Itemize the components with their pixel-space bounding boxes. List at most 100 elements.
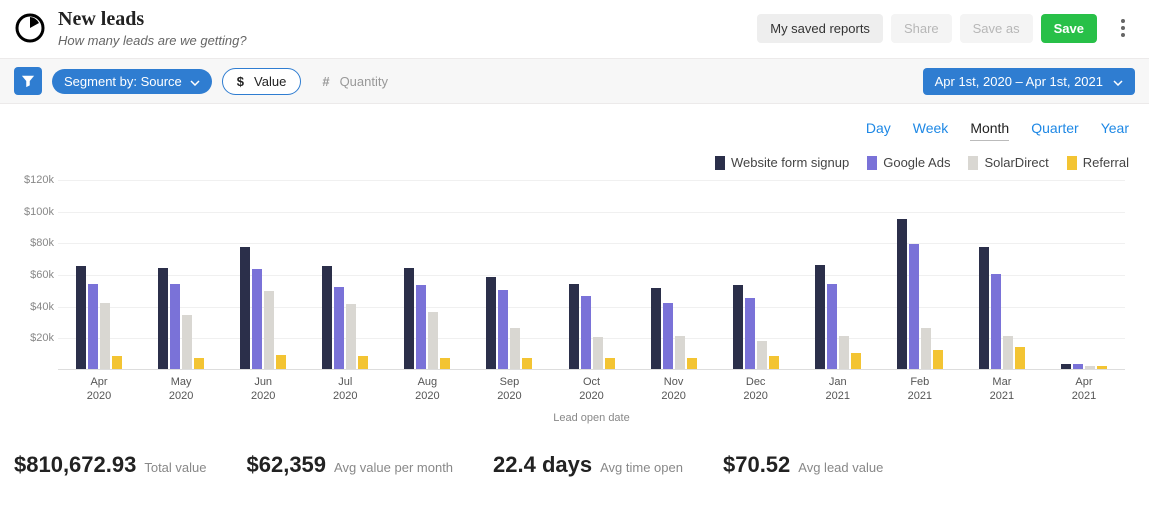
more-menu-button[interactable]: [1111, 19, 1135, 37]
chart-plot: [58, 180, 1125, 370]
bar[interactable]: [909, 244, 919, 369]
bar[interactable]: [827, 284, 837, 370]
bar-group: [550, 180, 632, 369]
bar[interactable]: [276, 355, 286, 369]
stat-label: Avg time open: [600, 460, 683, 475]
bar[interactable]: [745, 298, 755, 369]
bar[interactable]: [1015, 347, 1025, 369]
bar[interactable]: [252, 269, 262, 369]
bar[interactable]: [428, 312, 438, 369]
y-tick-label: $120k: [24, 174, 54, 186]
period-day[interactable]: Day: [866, 120, 891, 141]
bar[interactable]: [851, 353, 861, 369]
bar[interactable]: [897, 219, 907, 369]
period-quarter[interactable]: Quarter: [1031, 120, 1078, 141]
save-as-button[interactable]: Save as: [960, 14, 1033, 43]
period-year[interactable]: Year: [1101, 120, 1129, 141]
bar[interactable]: [605, 358, 615, 369]
summary-stat: $810,672.93Total value: [14, 452, 207, 478]
value-label: Value: [254, 74, 286, 89]
legend-item[interactable]: SolarDirect: [968, 155, 1048, 170]
bar[interactable]: [322, 266, 332, 369]
page-title: New leads: [58, 8, 757, 31]
speedometer-icon: [14, 12, 46, 44]
bar[interactable]: [687, 358, 697, 369]
bar[interactable]: [100, 303, 110, 370]
bar-group: [961, 180, 1043, 369]
quantity-toggle[interactable]: # Quantity: [307, 68, 403, 95]
bar[interactable]: [991, 274, 1001, 369]
bar[interactable]: [498, 290, 508, 369]
bar[interactable]: [733, 285, 743, 369]
bar[interactable]: [921, 328, 931, 369]
page-subtitle: How many leads are we getting?: [58, 33, 757, 48]
x-tick-label: Nov2020: [633, 376, 715, 404]
period-week[interactable]: Week: [913, 120, 949, 141]
title-block: New leads How many leads are we getting?: [58, 8, 757, 48]
legend-item[interactable]: Google Ads: [867, 155, 950, 170]
date-range-picker[interactable]: Apr 1st, 2020 – Apr 1st, 2021: [923, 68, 1135, 95]
chart-card: Day Week Month Quarter Year Website form…: [0, 104, 1149, 424]
bar[interactable]: [675, 336, 685, 369]
segment-by-dropdown[interactable]: Segment by: Source: [52, 69, 212, 94]
bar-group: [1043, 180, 1125, 369]
x-axis-title: Lead open date: [58, 412, 1125, 424]
legend-item[interactable]: Website form signup: [715, 155, 849, 170]
bar[interactable]: [194, 358, 204, 369]
bar[interactable]: [346, 304, 356, 369]
bar[interactable]: [240, 247, 250, 369]
bar[interactable]: [76, 266, 86, 369]
stat-value: 22.4 days: [493, 452, 592, 478]
save-button[interactable]: Save: [1041, 14, 1097, 43]
x-tick-label: Dec2020: [715, 376, 797, 404]
legend-swatch: [968, 156, 978, 170]
bar[interactable]: [979, 247, 989, 369]
report-header: New leads How many leads are we getting?…: [0, 0, 1149, 58]
bar[interactable]: [815, 265, 825, 370]
bar[interactable]: [88, 284, 98, 370]
bar[interactable]: [1085, 366, 1095, 369]
bar-group: [633, 180, 715, 369]
bar[interactable]: [757, 341, 767, 370]
bar[interactable]: [1003, 336, 1013, 369]
legend-item[interactable]: Referral: [1067, 155, 1129, 170]
bar[interactable]: [663, 303, 673, 370]
bar[interactable]: [1073, 364, 1083, 369]
bar[interactable]: [569, 284, 579, 370]
dollar-icon: $: [237, 74, 244, 89]
share-button[interactable]: Share: [891, 14, 952, 43]
stat-value: $810,672.93: [14, 452, 136, 478]
date-range-label: Apr 1st, 2020 – Apr 1st, 2021: [935, 74, 1103, 89]
bar[interactable]: [112, 356, 122, 369]
bar[interactable]: [158, 268, 168, 369]
x-tick-label: Jul2020: [304, 376, 386, 404]
bar[interactable]: [334, 287, 344, 369]
bar-group: [222, 180, 304, 369]
bar[interactable]: [769, 356, 779, 369]
bar[interactable]: [651, 288, 661, 369]
summary-stat: 22.4 days Avg time open: [493, 452, 683, 478]
bar[interactable]: [486, 277, 496, 369]
value-toggle[interactable]: $ Value: [222, 68, 302, 95]
my-saved-reports-button[interactable]: My saved reports: [757, 14, 883, 43]
bar[interactable]: [358, 356, 368, 369]
period-month[interactable]: Month: [970, 120, 1009, 141]
bar[interactable]: [1061, 364, 1071, 369]
bar[interactable]: [170, 284, 180, 370]
filter-button[interactable]: [14, 67, 42, 95]
bar[interactable]: [440, 358, 450, 369]
bar[interactable]: [839, 336, 849, 369]
bar[interactable]: [404, 268, 414, 369]
bar[interactable]: [933, 350, 943, 369]
bar[interactable]: [581, 296, 591, 369]
y-tick-label: $60k: [30, 269, 54, 281]
bar[interactable]: [522, 358, 532, 369]
bar[interactable]: [416, 285, 426, 369]
bar[interactable]: [264, 291, 274, 369]
y-tick-label: $100k: [24, 206, 54, 218]
bar[interactable]: [1097, 366, 1107, 369]
bar[interactable]: [182, 315, 192, 369]
chart-area: $120k$100k$80k$60k$40k$20k Apr2020May202…: [14, 180, 1135, 424]
bar[interactable]: [510, 328, 520, 369]
bar[interactable]: [593, 337, 603, 369]
